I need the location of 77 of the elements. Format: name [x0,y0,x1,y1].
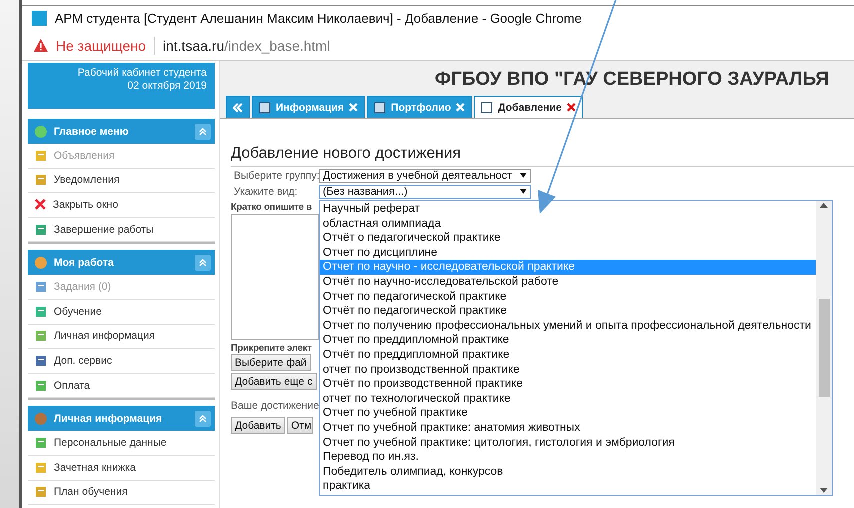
window-title: АРМ студента [Студент Алешанин Максим Николаевич] - Добавление - Google Chrome [55,11,582,26]
sidebar-item[interactable]: Уведомления [28,168,215,194]
dropdown-option[interactable]: Победитель олимпиад, конкурсов [320,464,816,480]
document-icon [35,330,47,342]
document-icon [35,462,47,474]
sidebar-item[interactable]: Персональные данные [28,431,215,456]
dropdown-option[interactable]: Отчет по дисциплине [320,246,816,260]
field-label: Укажите вид: [233,186,299,198]
dropdown-option[interactable]: Отчет по преддипломной практике [320,333,816,348]
sidebar-item[interactable]: Личная информация [28,324,215,350]
caret-icon [520,173,527,178]
document-icon [35,281,47,294]
document-icon [35,354,47,367]
collapse-tabs-button[interactable] [226,96,250,118]
section-icon [34,124,48,138]
collapse-icon[interactable] [195,254,211,271]
section-icon [34,256,48,270]
document-icon [35,437,47,450]
dropdown-option[interactable]: Отчет по учебной практике [320,406,816,421]
dropdown-option[interactable]: Отчёт о педагогической практике [320,231,816,246]
sidebar-item[interactable]: Обучение [28,300,215,325]
warning-icon [34,39,48,52]
security-warning[interactable]: Не защищено [56,38,146,54]
close-icon[interactable] [566,103,576,112]
kind-select[interactable]: (Без названия...) [319,184,531,198]
tab-icon [481,102,494,114]
dropdown-option[interactable]: Отчет по учебной практике: анатомия животных [320,420,816,436]
dropdown-option[interactable]: практика [320,479,816,494]
form-heading: Добавление нового достижения [231,145,854,167]
dropdown-option[interactable]: областная олимпиада [320,216,816,232]
dropdown-option[interactable]: Отчет по учебной практике: цитология, гистология и эмбриология [320,436,816,450]
form-button[interactable]: Добавить [231,417,286,434]
document-icon [35,174,47,186]
scroll-up-icon[interactable] [820,203,828,208]
dropdown-option[interactable]: Перевод по ин.яз. [320,450,816,465]
tab-icon [259,102,271,114]
form-button[interactable]: Отм [287,417,313,434]
group-select[interactable]: Достижения в учебной деятеальност [319,168,531,182]
dropdown-option[interactable]: отчет по производственной практике [320,362,816,378]
document-icon [35,380,47,392]
file-button[interactable]: Выберите фай [231,354,311,371]
cabinet-title: Рабочий кабинет студента [78,67,207,80]
dropdown-list[interactable] [319,200,833,496]
scroll-down-icon[interactable] [820,488,828,493]
description-field[interactable] [231,214,319,340]
tab[interactable]: Добавление [474,96,583,118]
tab-icon [374,102,386,114]
sidebar-item[interactable]: Закрыть окно [28,193,215,218]
dropdown-option[interactable]: Отчет по получению профессиональных умений и опыта профессиональной деятельности [320,318,816,334]
collapse-icon[interactable] [195,410,211,427]
scrollbar-thumb[interactable] [818,299,830,397]
dropdown-option[interactable]: Отчёт по научно-исследовательской работе [320,274,816,290]
dropdown-option[interactable]: Научный реферат [320,202,816,217]
field-label: Ваше достижение [231,400,320,412]
document-icon [35,306,47,318]
caret-icon [520,189,527,194]
sidebar-item[interactable]: План обучения [28,480,215,506]
double-chevron-icon [233,102,243,112]
dropdown-option[interactable]: Отчёт по производственной практике [320,377,816,392]
document-icon [35,150,47,162]
sidebar-item[interactable]: Доп. сервис [28,349,215,374]
field-label: Кратко опишите в [231,202,312,213]
dropdown-option[interactable]: Отчёт по преддипломной практике [320,348,816,363]
sidebar-item[interactable]: Зачетная книжка [28,456,215,481]
url-field[interactable]: int.tsaa.ru/index_base.html [163,38,330,54]
add-more-button[interactable]: Добавить еще с [231,373,317,390]
app-icon [32,11,47,26]
dropdown-option[interactable]: Отчет по педагогической практике [320,290,816,304]
dropdown-option[interactable]: Отчёт по педагогической практике [320,304,816,319]
field-label: Прикрепите элект [231,343,312,354]
collapse-icon[interactable] [195,124,211,140]
document-icon [35,486,47,498]
dropdown-option[interactable]: отчет по технологической практике [320,392,816,406]
cabinet-date: 02 октября 2019 [128,80,207,93]
section-icon [34,412,48,426]
close-icon [35,199,46,210]
document-icon [35,224,47,236]
